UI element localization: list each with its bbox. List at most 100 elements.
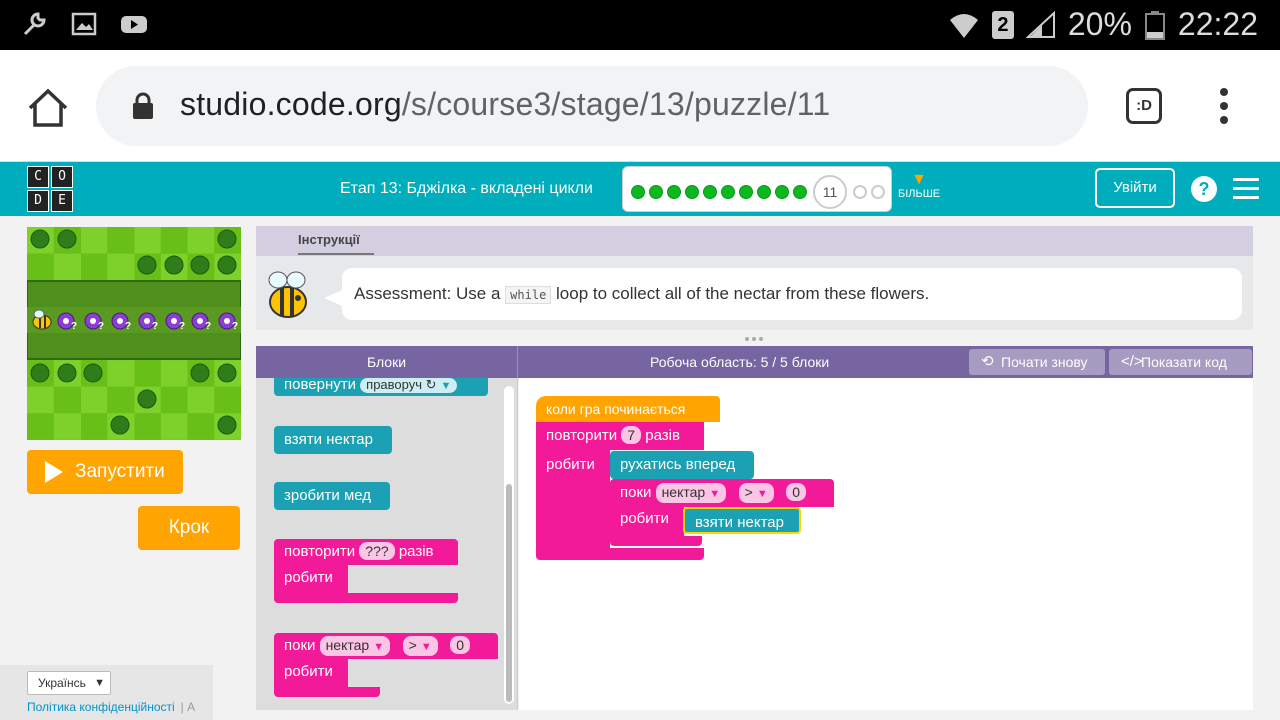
battery-percent: 20% bbox=[1067, 6, 1132, 42]
logo-letter: C bbox=[27, 166, 49, 188]
svg-text:?: ? bbox=[152, 321, 158, 332]
dropdown-arrow-icon: ▼ bbox=[94, 677, 105, 689]
tab-switcher-button[interactable]: :D bbox=[1126, 88, 1162, 124]
home-icon[interactable] bbox=[26, 86, 70, 130]
while-compare-value: > bbox=[408, 637, 417, 653]
while-compare-dropdown[interactable]: > ▼ bbox=[738, 483, 774, 503]
step-button[interactable]: Крок bbox=[138, 506, 240, 550]
sim-badge: 2 bbox=[991, 10, 1014, 39]
while-value-input[interactable]: 0 bbox=[450, 636, 471, 654]
instructions-tabs: Інструкції bbox=[256, 226, 1253, 256]
while-sensor-value: нектар bbox=[661, 484, 706, 500]
play-icon bbox=[45, 461, 63, 483]
toolbox-turn-block[interactable]: повернути праворуч ↻ ▼ bbox=[274, 376, 488, 396]
help-icon[interactable]: ? bbox=[1191, 176, 1217, 202]
toolbox-get-nectar-block[interactable]: взяти нектар bbox=[274, 426, 392, 454]
turn-label: повернути bbox=[284, 376, 356, 393]
code-icon: </> bbox=[1121, 353, 1143, 370]
turn-direction-dropdown[interactable]: праворуч ↻ ▼ bbox=[360, 377, 458, 393]
svg-text:?: ? bbox=[98, 321, 104, 332]
workspace-title: Робоча область: 5 / 5 блоки bbox=[650, 354, 830, 370]
repeat-times-label: разів bbox=[398, 543, 434, 560]
bee-avatar-icon bbox=[268, 271, 307, 318]
progress-dot-done[interactable] bbox=[757, 185, 771, 199]
toolbox-scroll-thumb[interactable] bbox=[506, 484, 512, 702]
progress-dot-empty[interactable] bbox=[871, 185, 885, 199]
toolbox-repeat-bottom bbox=[274, 593, 458, 603]
get-nectar-block[interactable]: взяти нектар bbox=[683, 507, 801, 534]
run-button[interactable]: Запустити bbox=[27, 450, 183, 494]
instruction-text: Assessment: Use a while loop to collect … bbox=[354, 284, 929, 304]
progress-dot-done[interactable] bbox=[775, 185, 789, 199]
progress-dot-empty[interactable] bbox=[853, 185, 867, 199]
show-code-label: Показати код bbox=[1141, 354, 1227, 370]
repeat-count-input[interactable]: ??? bbox=[359, 542, 395, 560]
while-compare-dropdown[interactable]: > ▼ bbox=[402, 636, 438, 656]
while-do-arm: робити bbox=[610, 507, 684, 537]
move-forward-block[interactable]: рухатись вперед bbox=[610, 451, 754, 479]
restart-button[interactable]: ⟲ Почати знову bbox=[969, 349, 1105, 375]
address-bar[interactable]: studio.code.org/s/course3/stage/13/puzzl… bbox=[96, 66, 1088, 146]
progress-dot-done[interactable] bbox=[739, 185, 753, 199]
progress-dot-current[interactable]: 11 bbox=[813, 175, 847, 209]
toolbox-while-block[interactable]: поки нектар ▼ > ▼ 0 bbox=[274, 633, 498, 659]
tab-instructions[interactable]: Інструкції bbox=[298, 232, 374, 255]
instructions-panel: Інструкції Assessment: Use a while loop … bbox=[256, 226, 1253, 330]
more-stages-button[interactable]: ▼ БІЛЬШЕ bbox=[898, 171, 941, 201]
flowers: ??????? bbox=[57, 312, 238, 332]
turn-direction-value: праворуч ↻ bbox=[366, 377, 437, 392]
dropdown-arrow-icon: ▼ bbox=[420, 641, 432, 653]
progress-dot-done[interactable] bbox=[721, 185, 735, 199]
while-sensor-dropdown[interactable]: нектар ▼ bbox=[655, 483, 727, 503]
more-menu-icon[interactable] bbox=[1216, 88, 1232, 128]
toolbox-while-do: робити bbox=[274, 659, 348, 687]
url-text: studio.code.org/s/course3/stage/13/puzzl… bbox=[180, 86, 830, 123]
stage-title[interactable]: Етап 13: Бджілка - вкладені цикли bbox=[340, 180, 593, 198]
repeat-label: повторити bbox=[546, 427, 618, 444]
when-run-block[interactable]: коли гра починається bbox=[536, 396, 720, 422]
language-value: Українсь bbox=[38, 676, 86, 690]
svg-text:?: ? bbox=[232, 321, 238, 332]
language-select[interactable]: Українсь ▼ bbox=[27, 671, 111, 695]
clock: 22:22 bbox=[1177, 6, 1258, 42]
toolbox-make-honey-block[interactable]: зробити мед bbox=[274, 482, 390, 510]
repeat-block[interactable]: повторити 7 разів bbox=[536, 422, 704, 450]
progress-dot-done[interactable] bbox=[685, 185, 699, 199]
restart-label: Почати знову bbox=[1001, 354, 1088, 370]
game-canvas: ??????? bbox=[27, 227, 241, 440]
while-bottom bbox=[610, 536, 702, 546]
svg-text:?: ? bbox=[125, 321, 131, 332]
svg-text:?: ? bbox=[179, 321, 185, 332]
more-label: БІЛЬШЕ bbox=[898, 188, 941, 200]
code-logo[interactable]: C O D E bbox=[27, 166, 73, 212]
while-sensor-dropdown[interactable]: нектар ▼ bbox=[319, 636, 391, 656]
repeat-bottom bbox=[536, 548, 704, 560]
dropdown-arrow-icon: ▼ bbox=[440, 380, 452, 392]
show-code-button[interactable]: </> Показати код bbox=[1109, 349, 1252, 375]
while-value-input[interactable]: 0 bbox=[786, 483, 807, 501]
while-compare-value: > bbox=[744, 484, 753, 500]
progress-dot-done[interactable] bbox=[631, 185, 645, 199]
progress-dot-done[interactable] bbox=[703, 185, 717, 199]
progress-dot-done[interactable] bbox=[649, 185, 663, 199]
logo-letter: D bbox=[27, 190, 49, 212]
svg-text:?: ? bbox=[205, 321, 211, 332]
dropdown-arrow-icon: ▼ bbox=[756, 488, 768, 500]
youtube-icon bbox=[121, 16, 147, 33]
caret-down-icon: ▼ bbox=[911, 171, 927, 188]
while-label: поки bbox=[284, 637, 316, 654]
toolbox-repeat-block[interactable]: повторити ??? разів bbox=[274, 539, 458, 565]
repeat-count-input[interactable]: 7 bbox=[621, 426, 642, 444]
while-block[interactable]: поки нектар ▼ > ▼ 0 bbox=[610, 479, 834, 507]
svg-text:?: ? bbox=[71, 321, 77, 332]
privacy-link[interactable]: Політика конфіденційності | А bbox=[27, 700, 195, 714]
sign-in-button[interactable]: Увійти bbox=[1095, 168, 1175, 208]
progress-dot-done[interactable] bbox=[793, 185, 807, 199]
wifi-icon bbox=[949, 13, 978, 38]
footer-separator: | bbox=[180, 700, 184, 714]
hamburger-menu-icon[interactable] bbox=[1233, 178, 1259, 200]
resize-handle-icon[interactable] bbox=[744, 336, 764, 342]
code-org-header: C O D E Етап 13: Бджілка - вкладені цикл… bbox=[0, 162, 1280, 216]
progress-dot-done[interactable] bbox=[667, 185, 681, 199]
toolbox-title: Блоки bbox=[256, 346, 518, 378]
